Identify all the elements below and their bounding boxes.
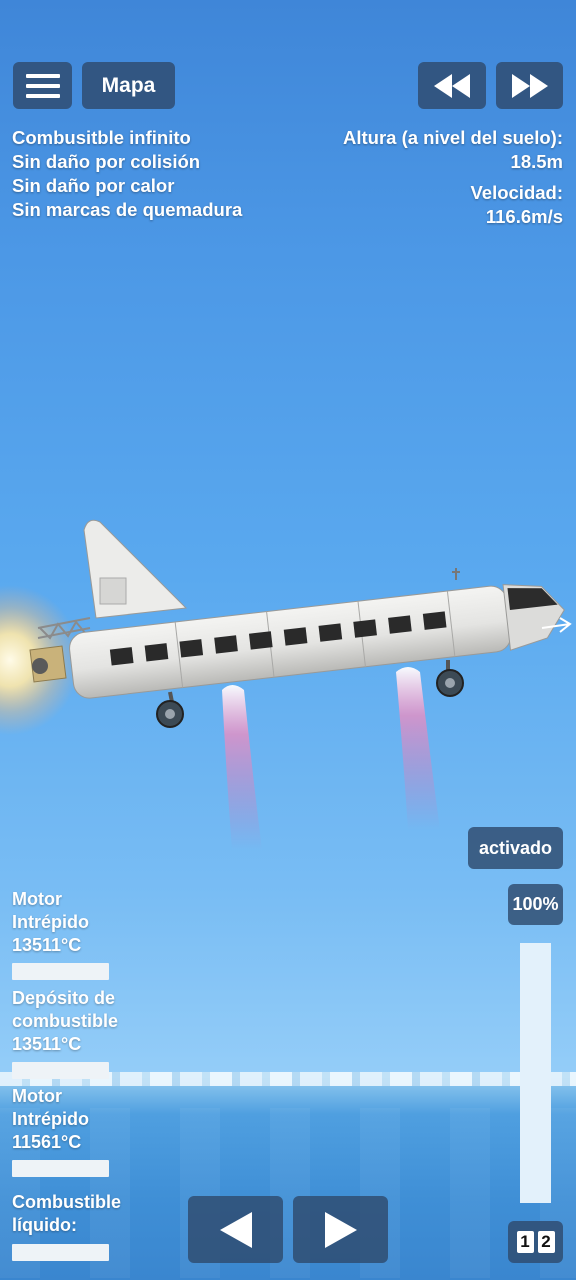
velocity-value: 116.6m/s [485,206,563,227]
activated-label: activado [478,837,553,858]
part-name: Combustible [12,1192,122,1212]
throttle-percent: 100% [512,894,559,914]
throttle-readout: 100% [508,884,563,925]
part-name: Intrépido [12,912,89,932]
part-name: líquido: [12,1215,77,1235]
part-temperature-bar [12,963,109,980]
map-button-label: Mapa [101,73,156,97]
aircraft-scene [0,519,572,850]
stage-selector[interactable]: 1 2 [508,1221,563,1263]
hamburger-menu-icon [25,73,60,98]
tail-fin [83,519,188,619]
map-button[interactable]: Mapa [82,62,175,109]
stage-number: 2 [537,1231,555,1253]
cheat-item: Combusitble infinito [12,127,191,148]
arrow-left-icon [219,1211,252,1248]
cheat-item: Sin marcas de quemadura [12,199,243,220]
activated-toggle-button[interactable]: activado [468,827,563,869]
rewind-icon [434,73,470,98]
part-temperature: 13511°C [12,935,82,955]
part-name: Motor [12,1086,62,1106]
fast-forward-icon [511,73,548,98]
part-temperature: 13511°C [12,1034,82,1054]
stage-number: 1 [516,1231,534,1253]
rotate-left-button[interactable] [188,1196,283,1263]
part-name: Depósito de [12,988,116,1008]
rewind-button[interactable] [418,62,486,109]
fuel-level-bar [12,1244,109,1261]
altitude-label: Altura (a nivel del suelo): [343,127,563,148]
part-name: Intrépido [12,1109,89,1129]
cheat-item: Sin daño por colisión [12,151,201,172]
part-temperature: 11561°C [12,1132,82,1152]
part-name: combustible [12,1011,119,1031]
altitude-value: 18.5m [510,151,563,172]
throttle-fill [520,943,551,1203]
arrow-right-icon [324,1211,357,1248]
menu-button[interactable] [13,62,72,109]
thruster-plume [396,667,440,830]
part-temperature-bar [12,1160,109,1177]
cheat-item: Sin daño por calor [12,175,175,196]
thruster-plume [222,685,262,850]
velocity-label: Velocidad: [470,182,563,203]
throttle-slider[interactable] [520,943,551,1203]
fast-forward-button[interactable] [496,62,563,109]
part-temperature-bar [12,1062,109,1079]
rotate-right-button[interactable] [293,1196,388,1263]
part-name: Motor [12,889,62,909]
